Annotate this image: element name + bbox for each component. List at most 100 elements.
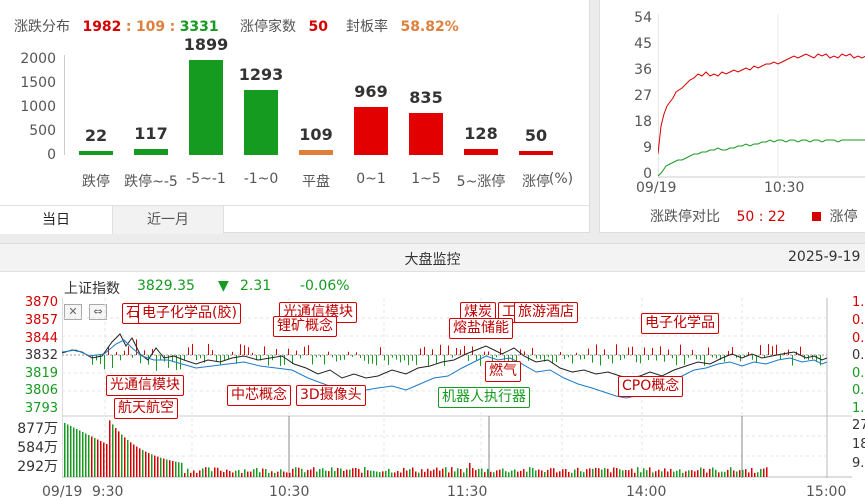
- volume-bar: [673, 471, 675, 477]
- volume-bar: [670, 468, 672, 477]
- sector-annotation[interactable]: 旅游酒店: [514, 302, 578, 323]
- updown-bar: [288, 348, 289, 355]
- volume-bar: [613, 467, 615, 477]
- volume-bar: [73, 427, 75, 477]
- updown-bar: [140, 355, 141, 364]
- sector-annotation[interactable]: 3D摄像头: [296, 385, 366, 406]
- volume-bar: [217, 467, 219, 477]
- sector-annotation[interactable]: 电子化学品(胶): [138, 303, 241, 324]
- updown-bar: [92, 355, 93, 365]
- sector-annotation[interactable]: CPO概念: [618, 376, 684, 397]
- sector-annotation[interactable]: 中芯概念: [227, 385, 291, 406]
- y-tick-label: 2000: [20, 51, 56, 67]
- sector-annotation[interactable]: 航天航空: [114, 398, 178, 419]
- volume-bar: [145, 451, 147, 477]
- y-tick-label: 45: [634, 36, 652, 52]
- updown-bar: [368, 355, 369, 364]
- sector-annotation[interactable]: 机器人执行器: [438, 387, 530, 408]
- index-value: 3829.35: [137, 278, 195, 294]
- tab-month[interactable]: 近一月: [112, 206, 224, 234]
- volume-bar: [121, 434, 123, 477]
- volume-bar: [715, 469, 717, 477]
- updown-bar: [672, 355, 673, 359]
- updown-bar: [760, 345, 761, 355]
- volume-bar: [562, 469, 564, 477]
- bar: [299, 149, 333, 155]
- sector-annotation[interactable]: 电子化学品: [641, 313, 719, 334]
- volume-bars: [64, 420, 768, 477]
- volume-bar: [67, 424, 69, 477]
- volume-bar: [520, 470, 522, 477]
- pct-scale-label: 1.: [852, 295, 865, 310]
- updown-bar: [340, 355, 341, 361]
- tab-today[interactable]: 当日: [0, 206, 112, 234]
- time-tick-label: 10:30: [269, 484, 310, 500]
- volume-right-label: 18: [852, 437, 865, 452]
- down-count: 3331: [179, 19, 219, 35]
- volume-bar: [118, 431, 120, 477]
- volume-bar: [475, 470, 477, 477]
- volume-bar: [355, 467, 357, 477]
- sector-annotation[interactable]: 光通信模块: [106, 375, 184, 396]
- updown-bar: [812, 355, 813, 360]
- updown-bar: [208, 343, 209, 355]
- sector-annotation[interactable]: 熔盐储能: [449, 318, 513, 339]
- sector-annotation[interactable]: 锂矿概念: [273, 316, 337, 337]
- volume-bar: [211, 471, 213, 477]
- volume-bar: [178, 462, 180, 477]
- volume-bar: [463, 472, 465, 477]
- volume-bar: [550, 468, 552, 477]
- volume-bar: [499, 469, 501, 477]
- updown-bar: [432, 349, 433, 355]
- updown-bar: [304, 346, 305, 355]
- updown-bar: [216, 355, 217, 362]
- updown-bar: [392, 355, 393, 358]
- volume-bar: [691, 470, 693, 477]
- updown-bar: [264, 346, 265, 355]
- volume-bar: [409, 469, 411, 477]
- updown-bar: [612, 355, 613, 364]
- updown-bar: [212, 350, 213, 355]
- pct-scale-label: 0.: [852, 331, 865, 346]
- volume-bar: [157, 456, 159, 477]
- updown-bar: [496, 355, 497, 358]
- updown-bar: [128, 346, 129, 355]
- volume-bar: [376, 471, 378, 477]
- bar: [519, 151, 553, 155]
- volume-bar: [283, 471, 285, 477]
- updown-bar: [352, 355, 353, 358]
- volume-bar: [127, 439, 129, 477]
- dist-stats: 涨跌分布 1982 : 109 : 3331: [14, 16, 219, 36]
- volume-bar: [505, 471, 507, 477]
- time-tick-label: 11:30: [447, 484, 488, 500]
- volume-bar: [148, 453, 150, 477]
- volume-bar: [238, 469, 240, 477]
- updown-bar: [244, 345, 245, 355]
- volume-bar: [322, 468, 324, 477]
- volume-bar: [655, 471, 657, 477]
- price-scale-label: 3857: [24, 313, 58, 328]
- volume-bar: [571, 472, 573, 477]
- volume-bar: [349, 469, 351, 477]
- volume-bar: [604, 467, 606, 477]
- updown-bar: [592, 355, 593, 363]
- updown-bar: [388, 355, 389, 365]
- volume-bar: [214, 467, 216, 477]
- flat-count: 109: [135, 19, 166, 35]
- updown-bar: [104, 355, 105, 370]
- volume-bar: [724, 471, 726, 477]
- updown-bar: [232, 351, 233, 355]
- volume-bar: [667, 471, 669, 477]
- sector-annotation[interactable]: 燃气: [485, 361, 521, 382]
- updown-bar: [800, 346, 801, 355]
- updown-bar: [300, 355, 301, 359]
- volume-bar: [676, 470, 678, 477]
- volume-bar: [427, 468, 429, 477]
- time-tick-label: 9:30: [92, 484, 124, 500]
- updown-bar: [284, 355, 285, 365]
- updown-bar: [704, 355, 705, 366]
- updown-bar: [296, 350, 297, 355]
- volume-bar: [103, 442, 105, 477]
- updown-bar: [588, 348, 589, 355]
- volume-bar: [511, 470, 513, 477]
